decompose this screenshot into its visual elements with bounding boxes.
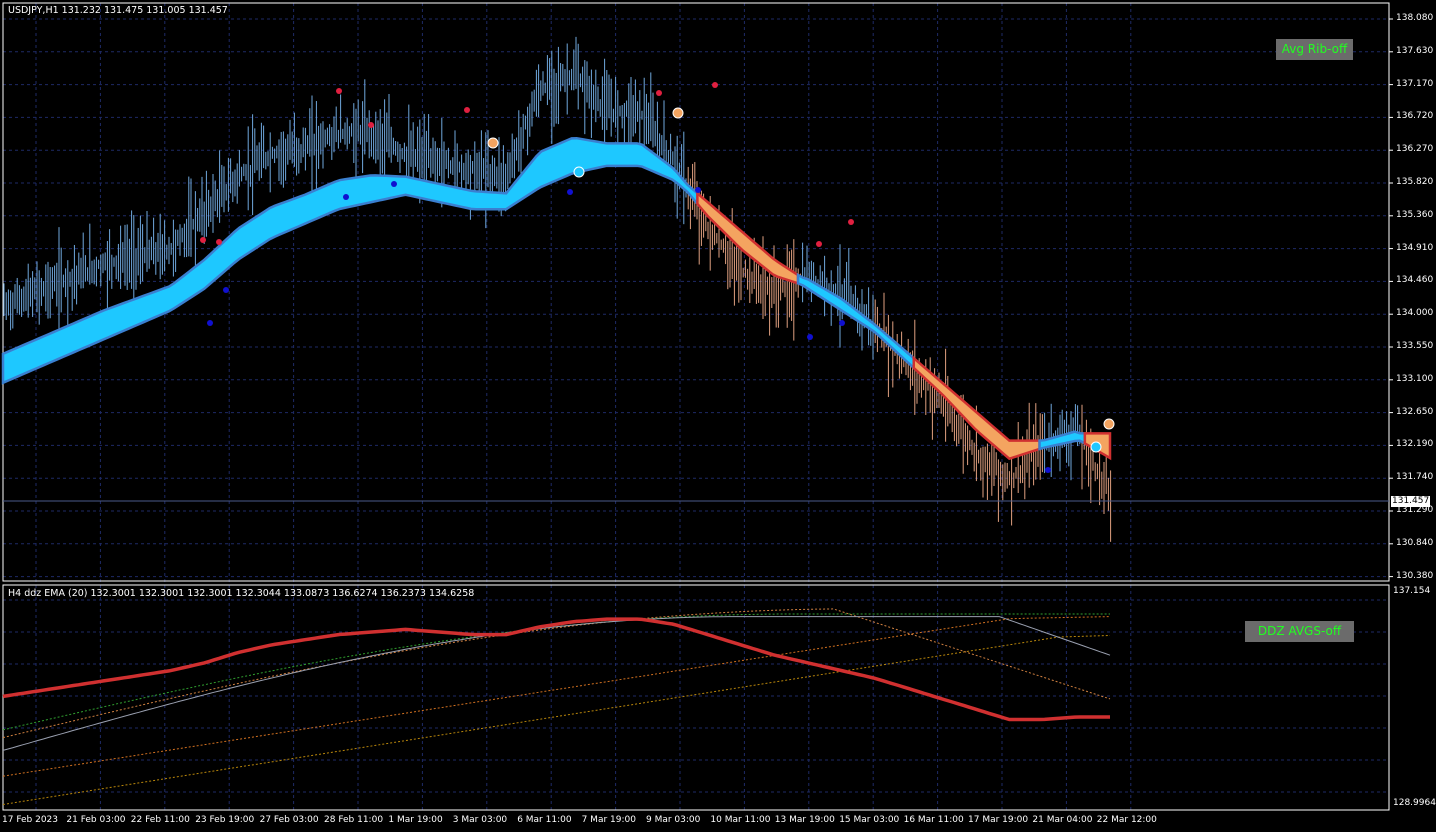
time-axis-label: 1 Mar 19:00: [388, 815, 443, 825]
avg-ribbon: [1, 136, 1112, 461]
signal-dot: [807, 334, 813, 340]
cross-marker: [672, 107, 684, 119]
time-axis-label: 7 Mar 19:00: [581, 815, 636, 825]
time-axis-label: 21 Mar 04:00: [1032, 815, 1093, 825]
signal-dot: [343, 194, 349, 200]
ddz-avgs-toggle-button[interactable]: DDZ AVGS-off: [1245, 621, 1354, 642]
price-axis-label: 135.820: [1396, 177, 1434, 187]
time-axis-label: 16 Mar 11:00: [903, 815, 964, 825]
time-axis-label: 15 Mar 03:00: [839, 815, 900, 825]
price-axis-label: 134.460: [1396, 275, 1434, 286]
price-axis-label: 136.270: [1396, 144, 1434, 155]
sub-panel-frame: [2, 584, 1390, 811]
ddz-ema-lines: [2, 608, 1111, 805]
time-axis-label: 17 Feb 2023: [2, 815, 59, 825]
signal-dot: [816, 241, 822, 247]
ema-line: [2, 616, 1111, 751]
cross-marker: [1103, 418, 1115, 430]
price-axis-label: 131.740: [1396, 472, 1434, 483]
main-panel-frame: [2, 2, 1390, 582]
signal-dot: [656, 90, 662, 96]
signal-dot: [1045, 467, 1051, 473]
signal-dot: [368, 122, 374, 128]
cross-marker: [487, 137, 499, 149]
price-axis-label: 134.910: [1396, 242, 1434, 253]
sub-panel-title: H4 ddz EMA (20) 132.3001 132.3001 132.30…: [8, 588, 475, 599]
price-axis-label: 137.630: [1396, 45, 1434, 56]
price-axis-label: 137.170: [1396, 78, 1434, 89]
main-panel-title: USDJPY,H1 131.232 131.475 131.005 131.45…: [8, 5, 228, 16]
signal-dot: [839, 320, 845, 326]
signal-dot: [712, 82, 718, 88]
time-axis-label: 28 Feb 11:00: [324, 815, 384, 825]
price-axis-label: 132.650: [1396, 406, 1434, 417]
time-axis-label: 17 Mar 19:00: [968, 815, 1029, 825]
price-axis-label: 133.550: [1396, 341, 1434, 351]
price-axis-label: 135.360: [1396, 209, 1434, 220]
signal-dot: [464, 107, 470, 113]
price-axis-label: 133.100: [1396, 373, 1434, 384]
price-axis-label: 130.380: [1396, 570, 1434, 581]
price-axis-label: 132.190: [1396, 439, 1434, 450]
sub-axis-bottom: 128.9964: [1393, 798, 1436, 808]
signal-dot: [695, 187, 701, 193]
time-axis-label: 6 Mar 11:00: [517, 815, 572, 825]
time-axis-label: 22 Mar 12:00: [1096, 815, 1157, 825]
signal-dot: [848, 219, 854, 225]
price-axis-label: 138.080: [1396, 13, 1434, 23]
avg-rib-toggle-button[interactable]: Avg Rib-off: [1276, 39, 1353, 60]
time-axis-label: 27 Feb 03:00: [259, 815, 319, 825]
signal-dot: [567, 189, 573, 195]
price-axis-label: 130.840: [1396, 537, 1434, 548]
chart-grid: [3, 3, 1393, 810]
cross-marker: [573, 166, 585, 178]
signal-dot: [336, 88, 342, 94]
ema-line: [2, 608, 1111, 739]
price-axis-label: 134.000: [1396, 308, 1434, 319]
time-axis-label: 13 Mar 19:00: [774, 815, 835, 825]
time-axis-label: 3 Mar 03:00: [452, 815, 508, 825]
sub-axis-top: 137.154: [1393, 586, 1431, 596]
current-price-label: 131.457: [1391, 496, 1431, 507]
chart-canvas[interactable]: [0, 0, 1436, 832]
ema-line: [2, 635, 1111, 805]
time-axis-label: 22 Feb 11:00: [130, 815, 190, 825]
time-axis-label: 23 Feb 19:00: [195, 815, 255, 825]
price-axis-label: 136.720: [1396, 111, 1434, 122]
signal-dot: [207, 320, 213, 326]
signal-dot: [223, 287, 229, 293]
signal-dot: [200, 237, 206, 243]
cross-marker: [1090, 441, 1102, 453]
time-axis-label: 9 Mar 03:00: [646, 815, 701, 825]
time-axis-label: 10 Mar 11:00: [710, 815, 771, 825]
signal-dot: [391, 181, 397, 187]
signal-dot: [216, 239, 222, 245]
time-axis-label: 21 Feb 03:00: [66, 815, 126, 825]
